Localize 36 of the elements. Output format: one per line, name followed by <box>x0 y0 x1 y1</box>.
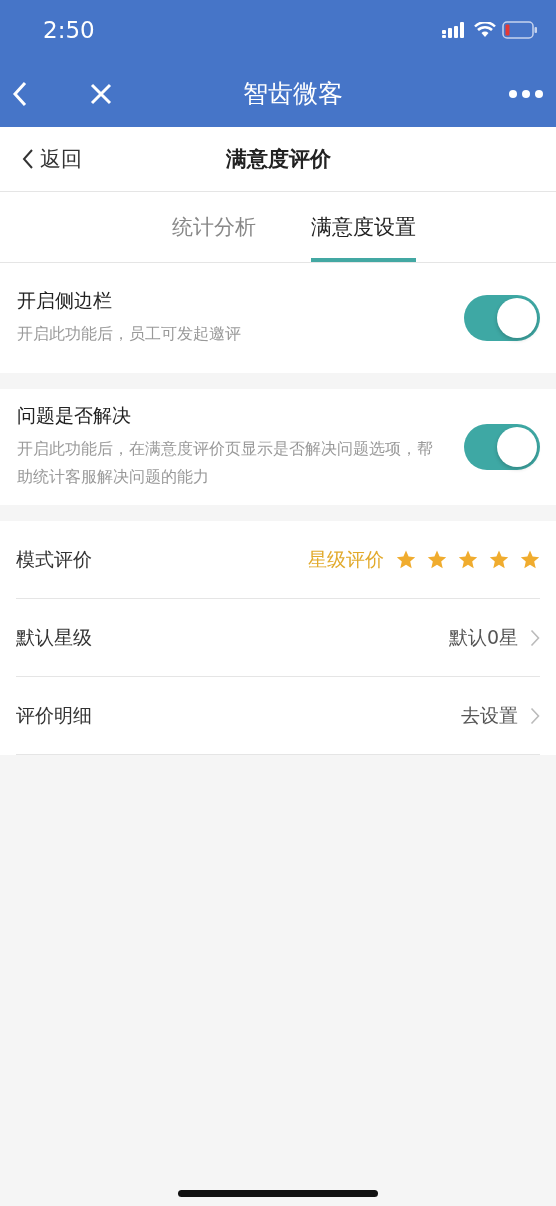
chevron-left-icon <box>22 148 34 170</box>
row-label: 模式评价 <box>16 546 92 572</box>
star-icon <box>520 550 540 569</box>
back-icon <box>12 80 28 107</box>
page-title: 满意度评价 <box>224 146 332 173</box>
star-icon <box>489 550 509 569</box>
setting-title: 开启侧边栏 <box>17 288 113 313</box>
more-button[interactable] <box>508 88 544 99</box>
status-time: 2:50 <box>43 17 95 43</box>
settings-row[interactable]: 模式评价 星级评价 <box>16 521 540 599</box>
setting-description: 开启此功能后，员工可发起邀评 <box>17 323 242 345</box>
settings-row[interactable]: 评价明细 去设置 <box>16 677 540 755</box>
star-icon <box>396 550 416 569</box>
close-button[interactable] <box>90 82 112 105</box>
wifi-icon <box>474 22 496 38</box>
star-icon <box>427 550 447 569</box>
row-value: 默认0星 <box>448 624 518 650</box>
row-label: 默认星级 <box>16 624 92 650</box>
rating-mode: 星级评价 <box>308 546 384 572</box>
more-icon <box>508 88 544 99</box>
toggle-switch[interactable] <box>464 424 540 470</box>
app-title: 智齿微客 <box>242 78 344 110</box>
battery-icon <box>502 21 538 39</box>
setting-title: 问题是否解决 <box>17 403 132 428</box>
back-link[interactable]: 返回 <box>22 145 82 173</box>
back-button[interactable] <box>12 80 28 107</box>
settings-row[interactable]: 默认星级 默认0星 <box>16 599 540 677</box>
row-value: 去设置 <box>461 702 518 728</box>
row-label: 评价明细 <box>16 702 92 728</box>
chevron-right-icon <box>530 706 540 725</box>
toggle-switch[interactable] <box>464 295 540 341</box>
chevron-right-icon <box>530 628 540 647</box>
close-icon <box>90 82 112 105</box>
star-icon <box>458 550 478 569</box>
tab[interactable]: 统计分析 <box>172 192 256 262</box>
setting-description: 开启此功能后，在满意度评价页显示是否解决问题选项，帮助统计客服解决问题的能力 <box>17 438 434 488</box>
